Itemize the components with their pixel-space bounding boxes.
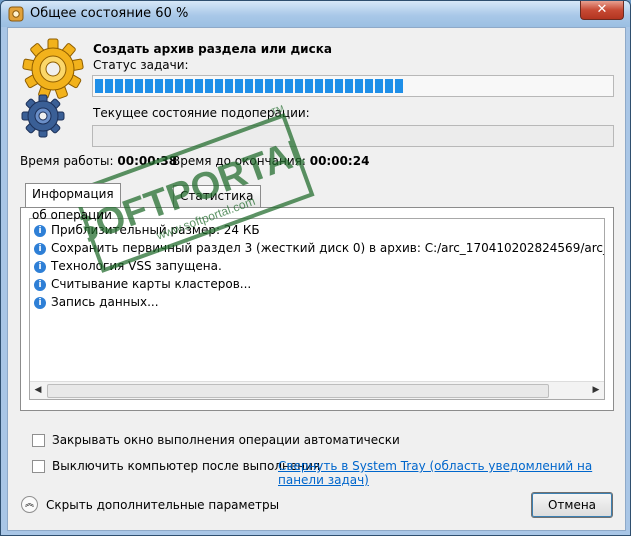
info-icon: i xyxy=(34,224,46,237)
auto-close-option[interactable]: Закрывать окно выполнения операции автом… xyxy=(32,433,400,447)
auto-close-checkbox[interactable] xyxy=(32,434,45,447)
horizontal-scrollbar[interactable]: ◀ ▶ xyxy=(30,381,604,399)
progress-window: Общее состояние 60 % ✕ Создать архив раз… xyxy=(0,0,631,536)
task-progress-fill xyxy=(95,79,405,93)
auto-close-label: Закрывать окно выполнения операции автом… xyxy=(52,433,400,447)
info-icon: i xyxy=(34,296,46,309)
window-title: Общее состояние 60 % xyxy=(30,6,189,21)
log-entry-text: Запись данных... xyxy=(51,295,159,309)
info-icon: i xyxy=(34,260,46,273)
log-entry-text: Считывание карты кластеров... xyxy=(51,277,252,291)
app-icon xyxy=(8,6,24,22)
elapsed-time: Время работы: 00:00:38 xyxy=(20,154,177,168)
tab-panel: i Приблизительный размер: 24 КБ i Сохранит… xyxy=(20,207,614,411)
scroll-right-icon[interactable]: ▶ xyxy=(589,384,603,397)
subop-progress-bar xyxy=(92,125,614,147)
minimize-to-tray-link[interactable]: Свернуть в System Tray (область уведомле… xyxy=(278,459,625,487)
elapsed-label: Время работы: xyxy=(20,154,114,168)
close-button[interactable]: ✕ xyxy=(580,1,624,20)
log-entry: i Сохранить первичный раздел 3 (жесткий д… xyxy=(34,239,604,257)
operation-log[interactable]: i Приблизительный размер: 24 КБ i Сохранит… xyxy=(29,218,605,400)
hide-advanced-link[interactable]: Скрыть дополнительные параметры xyxy=(46,498,279,512)
remaining-time: Время до окончания: 00:00:24 xyxy=(172,154,369,168)
log-entry: i Считывание карты кластеров... xyxy=(34,275,251,293)
title-bar[interactable]: Общее состояние 60 % ✕ xyxy=(1,1,630,27)
task-title: Создать архив раздела или диска xyxy=(93,42,332,56)
task-status-label: Статус задачи: xyxy=(93,58,189,72)
info-icon: i xyxy=(34,242,46,255)
remaining-value: 00:00:24 xyxy=(309,154,370,168)
dialog-body: Создать архив раздела или диска Статус з… xyxy=(7,27,626,531)
subop-status-label: Текущее состояние подоперации: xyxy=(93,106,310,120)
info-icon: i xyxy=(34,278,46,291)
log-entry-text: Сохранить первичный раздел 3 (жесткий ди… xyxy=(51,241,604,255)
tab-operation-info[interactable]: Информация об операции xyxy=(25,183,121,222)
tab-operation-stats[interactable]: Статистика операции xyxy=(173,185,261,224)
log-entry: i Запись данных... xyxy=(34,293,159,311)
shutdown-option[interactable]: Выключить компьютер после выполнения xyxy=(32,459,320,473)
log-entry: i Технология VSS запущена. xyxy=(34,257,222,275)
task-progress-bar xyxy=(92,75,614,97)
cancel-button[interactable]: Отмена xyxy=(531,492,613,518)
gold-gear-icon xyxy=(22,38,84,99)
scrollbar-thumb[interactable] xyxy=(47,384,549,398)
blue-gear-icon xyxy=(21,94,65,138)
elapsed-value: 00:00:38 xyxy=(117,154,178,168)
remaining-label: Время до окончания: xyxy=(172,154,306,168)
shutdown-checkbox[interactable] xyxy=(32,460,45,473)
collapse-chevron-icon[interactable]: ︽ xyxy=(21,496,38,513)
log-entry-text: Технология VSS запущена. xyxy=(51,259,222,273)
scroll-left-icon[interactable]: ◀ xyxy=(31,384,45,397)
